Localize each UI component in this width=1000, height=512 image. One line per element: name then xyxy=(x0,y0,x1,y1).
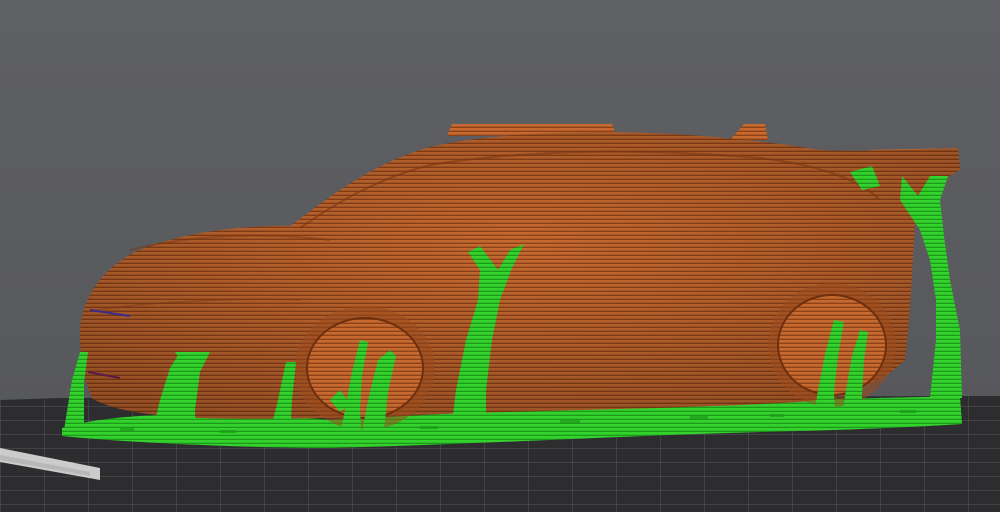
front-wheel xyxy=(295,306,435,430)
3d-viewport[interactable] xyxy=(0,0,1000,512)
scene-canvas[interactable] xyxy=(0,0,1000,512)
